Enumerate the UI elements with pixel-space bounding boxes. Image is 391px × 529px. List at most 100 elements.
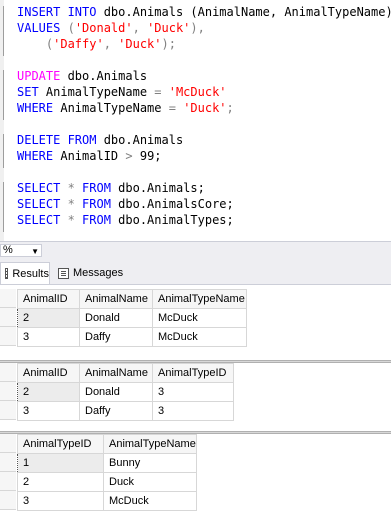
table-cell[interactable]: Donald [79,382,153,402]
sql-code[interactable]: INSERT INTO dbo.Animals (AnimalName, Ani… [17,4,391,228]
table-cell[interactable]: 2 [17,382,80,402]
column-header[interactable]: AnimalName [79,289,153,309]
code-token: 99; [139,149,162,163]
code-line[interactable] [17,52,391,68]
table-cell[interactable]: Donald [79,308,153,328]
results-tab-bar: Results Messages [0,259,391,285]
tab-messages[interactable]: Messages [54,262,134,284]
zoom-select[interactable]: % ▼ [0,244,42,257]
code-token: 'Duck' [183,101,227,115]
code-token: FROM [82,213,119,227]
table-cell[interactable]: Duck [103,472,197,492]
result-grid-3[interactable]: AnimalTypeID AnimalTypeName 1 Bunny 2 Duck 3 Mc… [0,434,391,529]
table-row[interactable]: 3 McDuck [17,491,197,511]
result-table[interactable]: AnimalTypeID AnimalTypeName 1 Bunny 2 Duck 3 Mc… [17,434,197,511]
code-line[interactable] [17,116,391,132]
code-line[interactable]: DELETE FROM dbo.Animals [17,132,391,148]
table-cell[interactable]: Daffy [79,327,153,347]
table-row[interactable]: 2 Donald McDuck [17,308,247,328]
code-line[interactable]: ('Daffy', 'Duck'); [17,36,391,52]
column-header[interactable]: AnimalTypeName [103,434,197,454]
column-header[interactable]: AnimalName [79,363,153,383]
chevron-down-icon: ▼ [31,247,39,256]
query-editor[interactable]: INSERT INTO dbo.Animals (AnimalName, Ani… [0,0,391,241]
table-cell[interactable]: McDuck [152,327,247,347]
code-line[interactable]: INSERT INTO dbo.Animals (AnimalName, Ani… [17,4,391,20]
column-header[interactable]: AnimalID [17,289,80,309]
code-token: dbo.Animals [67,69,148,83]
code-token: FROM [82,181,119,195]
table-cell[interactable]: Daffy [79,401,153,421]
row-header[interactable] [0,308,16,327]
column-header[interactable]: AnimalTypeID [17,434,104,454]
code-token: ( [67,21,75,35]
code-line[interactable]: WHERE AnimalID > 99; [17,148,391,164]
code-line[interactable]: SELECT * FROM dbo.Animals; [17,180,391,196]
table-cell[interactable]: 2 [17,308,80,328]
code-token: dbo.AnimalTypes; [118,213,234,227]
code-token: SELECT [17,197,68,211]
table-row[interactable]: 3 Daffy 3 [17,401,234,421]
code-token: dbo.Animals; [118,181,205,195]
zoom-value: % [3,244,13,256]
code-token: , [103,37,119,51]
code-line[interactable]: SET AnimalTypeName = 'McDuck' [17,84,391,100]
grid-icon [5,268,9,279]
code-token: UPDATE [17,69,68,83]
code-line[interactable]: WHERE AnimalTypeName = 'Duck'; [17,100,391,116]
table-cell[interactable]: 1 [17,453,104,473]
code-token: 'Duck' [147,21,191,35]
fold-marker [3,6,4,56]
code-token: VALUES [17,21,68,35]
table-cell[interactable]: Bunny [103,453,197,473]
table-row[interactable]: 1 Bunny [17,453,197,473]
code-token: 'Duck' [118,37,162,51]
column-header[interactable]: AnimalTypeID [152,363,234,383]
row-header[interactable] [0,491,16,510]
result-table[interactable]: AnimalID AnimalName AnimalTypeName 2 Donald M… [17,289,247,347]
table-cell[interactable]: 2 [17,472,104,492]
table-cell[interactable]: 3 [17,491,104,511]
table-row[interactable]: 3 Daffy McDuck [17,327,247,347]
row-header[interactable] [0,289,16,308]
result-grid-1[interactable]: AnimalID AnimalName AnimalTypeName 2 Donald M… [0,285,391,360]
row-header[interactable] [0,327,16,346]
table-cell[interactable]: 3 [17,401,80,421]
code-line[interactable] [17,164,391,180]
table-row[interactable]: 2 Donald 3 [17,382,234,402]
code-token: = [154,85,169,99]
table-cell[interactable]: 3 [152,382,234,402]
code-token: 'Daffy' [53,37,104,51]
table-cell[interactable]: McDuck [103,491,197,511]
row-header[interactable] [0,472,16,491]
table-cell[interactable]: 3 [17,327,80,347]
row-header[interactable] [0,453,16,472]
row-header[interactable] [0,363,16,382]
header-row: AnimalID AnimalName AnimalTypeName [17,289,247,309]
code-line[interactable]: SELECT * FROM dbo.AnimalsCore; [17,196,391,212]
column-header[interactable]: AnimalTypeName [152,289,247,309]
tab-results[interactable]: Results [0,262,50,284]
code-token: , [132,21,148,35]
table-row[interactable]: 2 Duck [17,472,197,492]
code-token: AnimalTypeName [45,85,155,99]
code-line[interactable]: SELECT * FROM dbo.AnimalTypes; [17,212,391,228]
code-token: > [125,149,140,163]
code-token: AnimalTypeName [60,101,169,115]
table-cell[interactable]: 3 [152,401,234,421]
row-header[interactable] [0,382,16,401]
column-header[interactable]: AnimalID [17,363,80,383]
code-line[interactable]: UPDATE dbo.Animals [17,68,391,84]
row-header[interactable] [0,401,16,420]
header-row: AnimalTypeID AnimalTypeName [17,434,197,454]
fold-marker [3,70,4,120]
result-grid-2[interactable]: AnimalID AnimalName AnimalTypeID 2 Donald 3 3 D… [0,363,391,431]
results-pane: AnimalID AnimalName AnimalTypeName 2 Donald M… [0,285,391,529]
table-cell[interactable]: McDuck [152,308,247,328]
code-token: DELETE FROM [17,133,104,147]
code-line[interactable]: VALUES ('Donald', 'Duck'), [17,20,391,36]
row-header[interactable] [0,434,16,453]
fold-marker [3,182,4,232]
result-table[interactable]: AnimalID AnimalName AnimalTypeID 2 Donald 3 3 D… [17,363,234,421]
code-token: * [67,181,83,195]
